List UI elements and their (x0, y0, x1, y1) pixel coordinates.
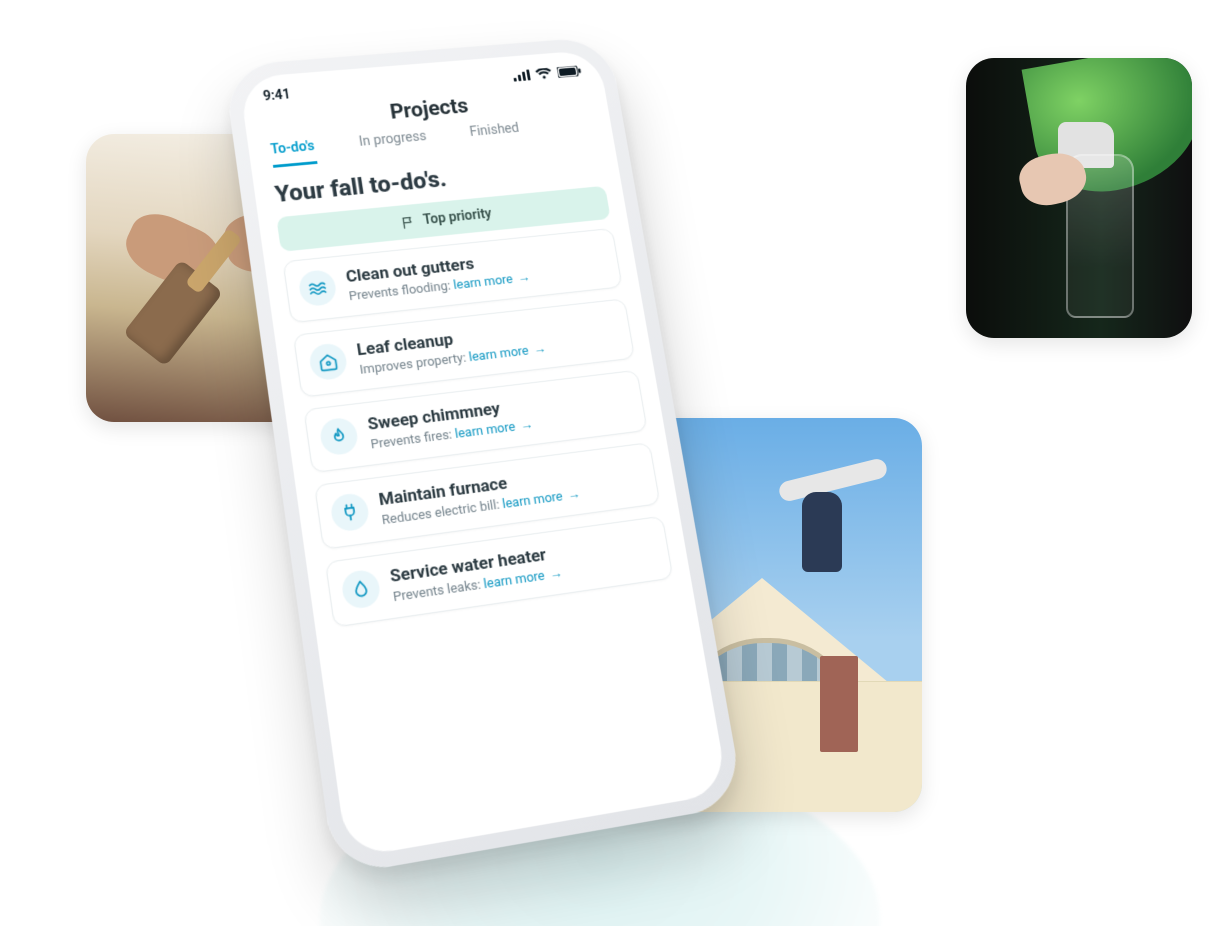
droplet-icon (340, 568, 382, 610)
card-subtitle: Prevents leaks: learn more → (392, 552, 657, 605)
phone-mockup: 9:41 Projects To- (223, 36, 744, 876)
arrow-right-icon: → (519, 418, 534, 434)
learn-more-link[interactable]: learn more → (501, 487, 581, 512)
tab-finished[interactable]: Finished (469, 121, 522, 150)
tab-todos[interactable]: To-do's (270, 139, 317, 168)
battery-icon (557, 65, 583, 78)
status-time: 9:41 (262, 87, 291, 104)
flag-icon (400, 214, 417, 230)
learn-more-link[interactable]: learn more → (454, 418, 534, 442)
project-card-water-heater[interactable]: Service water heater Prevents leaks: lea… (325, 516, 674, 628)
card-title: Service water heater (389, 530, 654, 587)
app-screen: 9:41 Projects To- (239, 49, 729, 858)
learn-more-link[interactable]: learn more → (483, 566, 564, 592)
cellular-icon (512, 69, 530, 81)
house-icon (308, 342, 349, 381)
arrow-right-icon: → (549, 566, 564, 583)
arrow-right-icon: → (566, 487, 581, 503)
card-subtitle: Reduces electric bill: learn more → (381, 478, 644, 529)
waves-icon (297, 269, 338, 307)
arrow-right-icon: → (517, 271, 532, 286)
top-priority-label: Top priority (422, 206, 493, 228)
arrow-right-icon: → (532, 342, 547, 358)
photo-plant-mist (966, 58, 1192, 338)
plug-icon (329, 492, 371, 533)
flame-icon (318, 416, 359, 456)
wifi-icon (534, 68, 552, 80)
